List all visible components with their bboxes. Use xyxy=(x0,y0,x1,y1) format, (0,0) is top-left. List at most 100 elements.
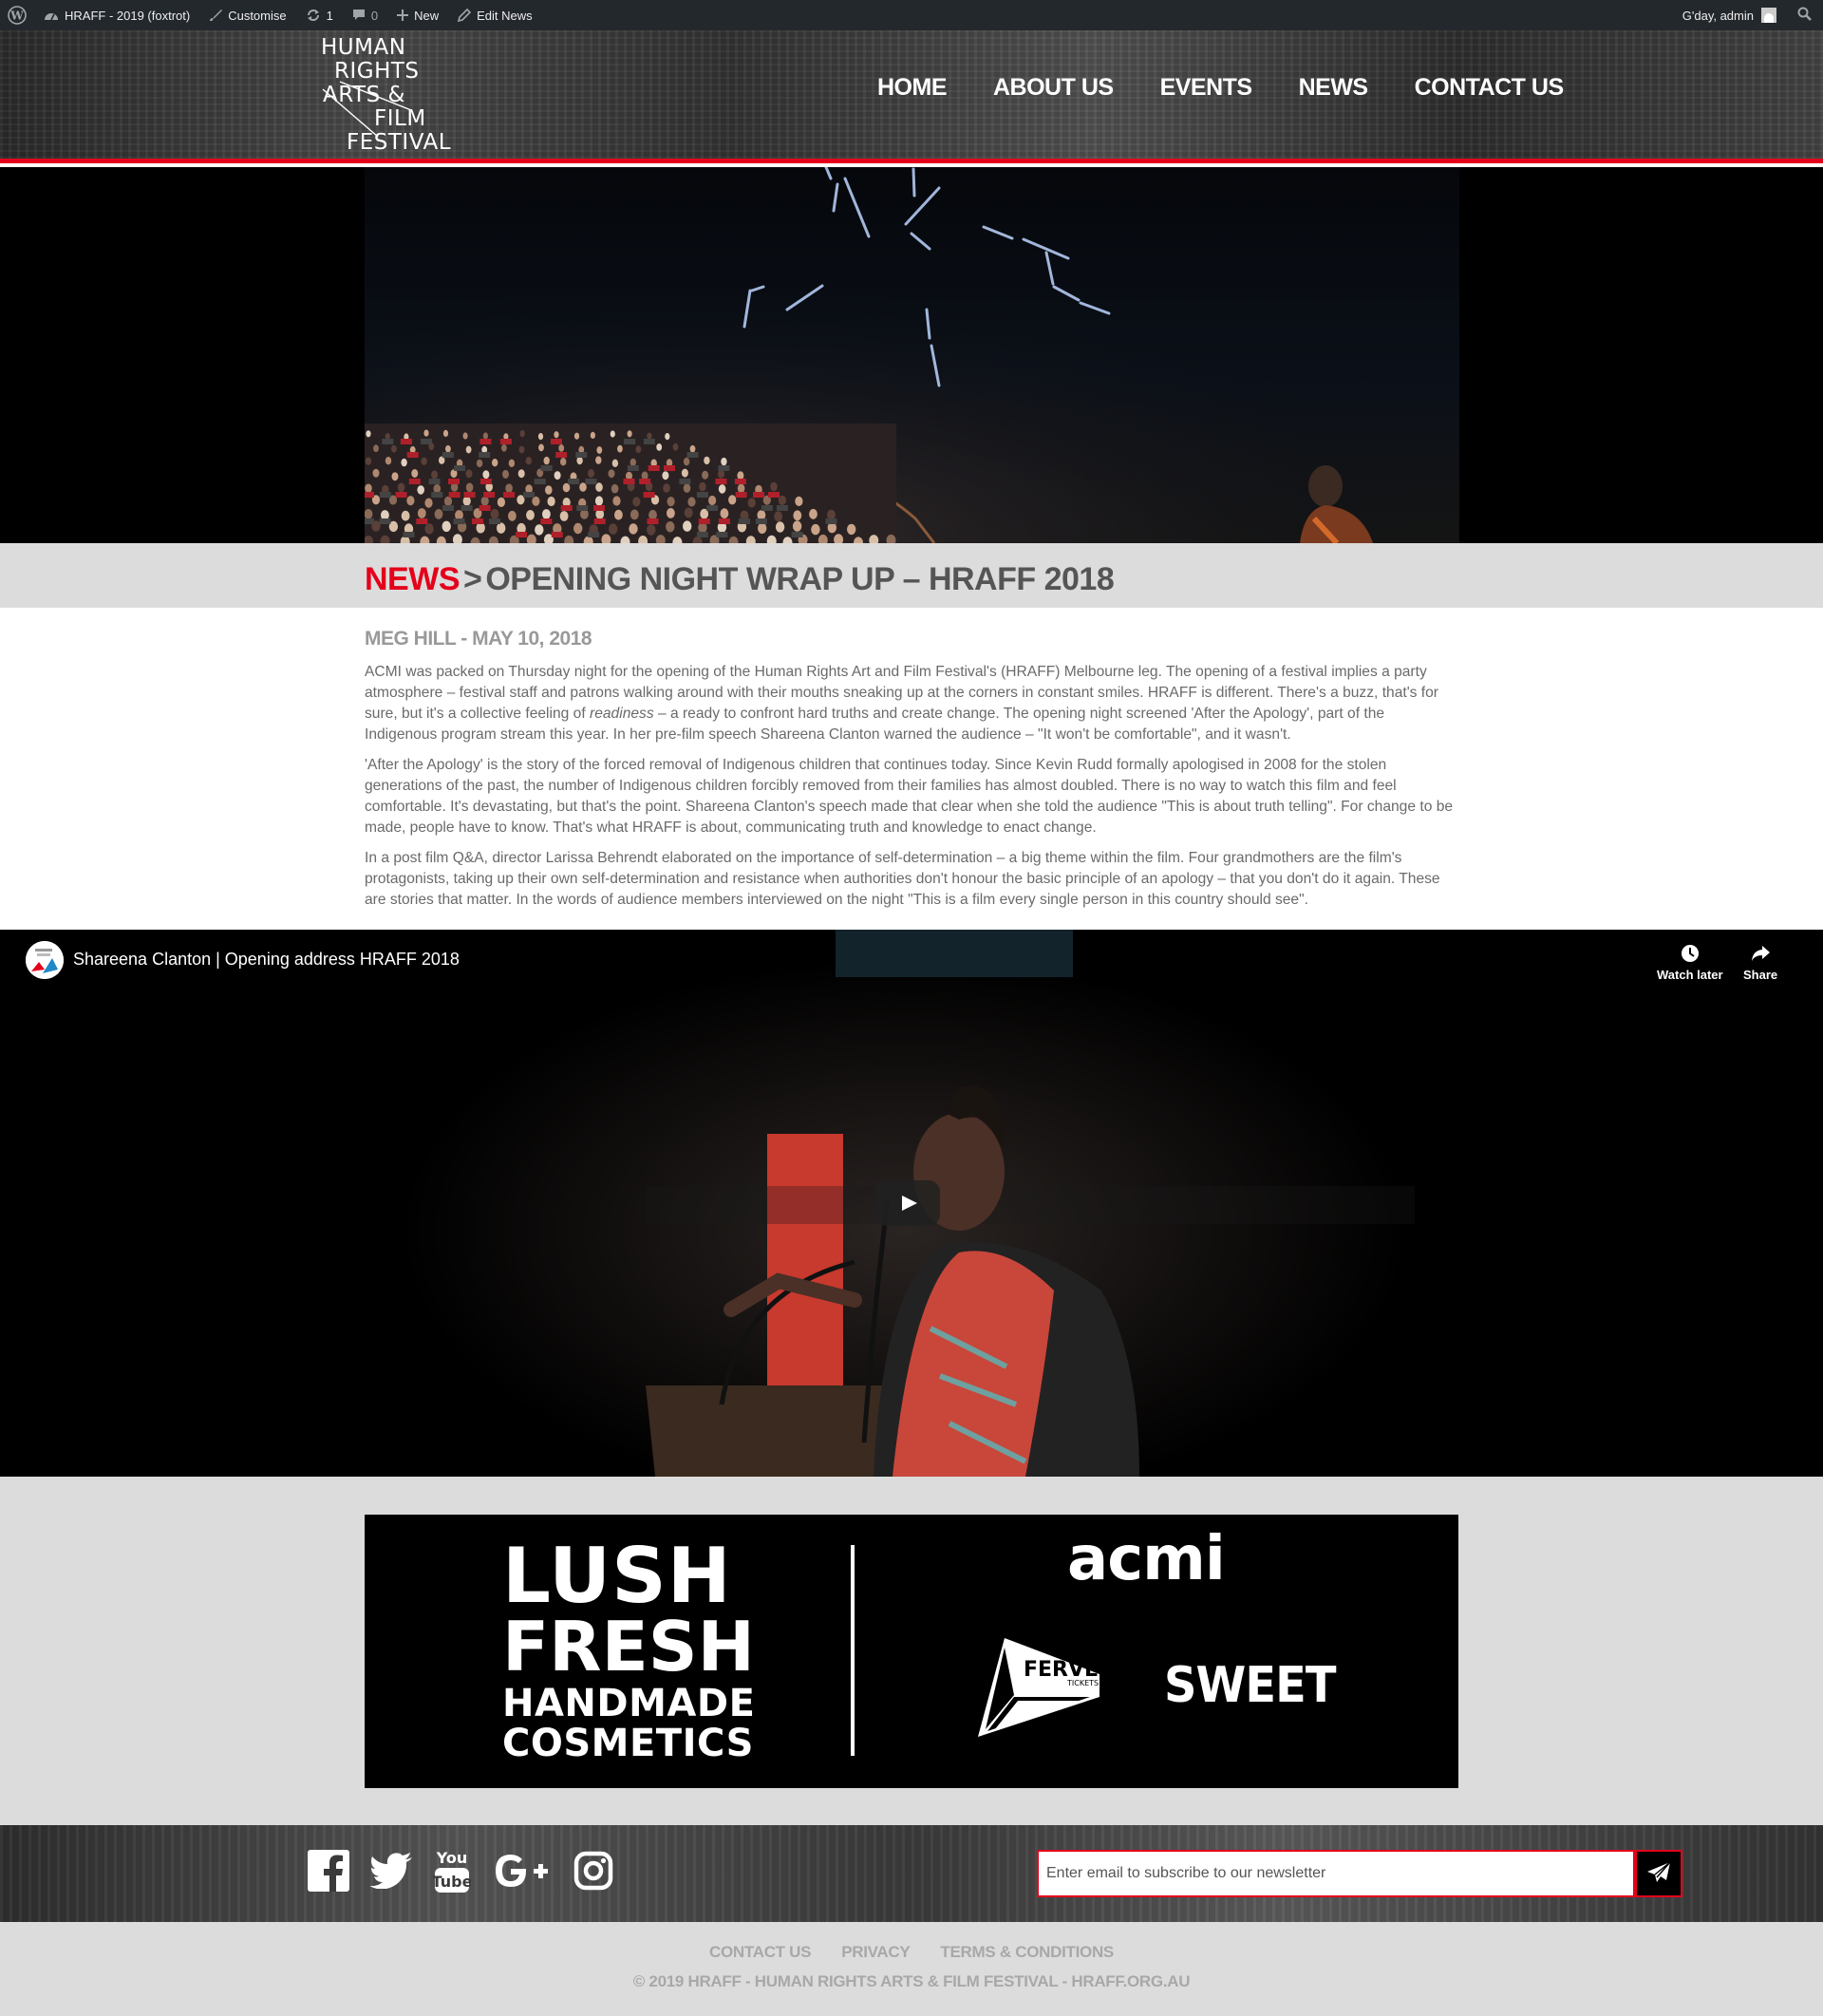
video-embed[interactable]: Shareena Clanton | Opening address HRAFF… xyxy=(0,930,1823,1477)
crowd-head xyxy=(517,469,525,479)
facebook-icon[interactable] xyxy=(308,1850,349,1892)
youtube-icon[interactable]: You Tube xyxy=(433,1848,471,1894)
crowd-head xyxy=(554,471,561,480)
crowd-body xyxy=(551,439,562,444)
crowd-body xyxy=(523,492,536,498)
crowd-body xyxy=(588,532,600,537)
admin-right: G'day, admin xyxy=(1673,0,1823,30)
admin-search[interactable] xyxy=(1786,0,1823,30)
crowd-head xyxy=(365,457,372,465)
lush-logo[interactable]: LUSH FRESH HANDMADE COSMETICS xyxy=(502,1538,755,1763)
crowd-head xyxy=(365,483,372,494)
svg-text:Tube: Tube xyxy=(433,1873,471,1891)
wordpress-logo-icon[interactable]: W xyxy=(0,0,34,30)
crowd-head xyxy=(687,497,696,507)
crowd-body xyxy=(463,492,476,498)
footer-terms[interactable]: TERMS & CONDITIONS xyxy=(940,1943,1114,1961)
main-nav: HOME ABOUT US EVENTS NEWS CONTACT US xyxy=(877,74,1610,102)
crowd-body xyxy=(555,452,568,458)
acmi-logo[interactable]: acmi xyxy=(1067,1524,1226,1594)
admin-new[interactable]: New xyxy=(387,0,448,30)
crowd-body xyxy=(735,492,747,498)
site-logo[interactable]: HUMAN RIGHTS ARTS & FILM FESTIVAL xyxy=(321,34,463,156)
crowd-body xyxy=(696,492,708,498)
admin-site-name[interactable]: HRAFF - 2019 (foxtrot) xyxy=(34,0,199,30)
nav-events[interactable]: EVENTS xyxy=(1160,74,1253,102)
admin-comments[interactable]: 0 xyxy=(343,0,387,30)
ferve-tickets-logo[interactable]: FERVE TICKETS xyxy=(976,1638,1101,1739)
crowd-body xyxy=(718,465,730,471)
crowd-body xyxy=(753,492,764,498)
crowd-head xyxy=(847,523,856,536)
share-button[interactable]: Share xyxy=(1743,943,1777,982)
crowd-body xyxy=(516,532,528,537)
crowd-body xyxy=(483,492,496,498)
footer-privacy[interactable]: PRIVACY xyxy=(841,1943,911,1961)
crowd-head xyxy=(681,468,688,478)
crowd-head xyxy=(391,444,397,453)
crowd-body xyxy=(716,532,728,537)
crowd-head xyxy=(827,509,836,520)
crowd-body xyxy=(454,465,466,471)
play-button[interactable] xyxy=(875,1180,940,1226)
plus-icon xyxy=(397,9,409,21)
footer-contact-us[interactable]: CONTACT US xyxy=(709,1943,811,1961)
instagram-icon[interactable] xyxy=(573,1851,613,1891)
nav-home[interactable]: HOME xyxy=(877,74,948,102)
crowd-body xyxy=(382,439,394,444)
crowd-head xyxy=(609,523,618,535)
crowd-head xyxy=(365,509,373,519)
nav-contact-us[interactable]: CONTACT US xyxy=(1415,74,1565,102)
breadcrumb-news[interactable]: NEWS xyxy=(365,561,460,597)
admin-edit-news[interactable]: Edit News xyxy=(448,0,542,30)
crowd-body xyxy=(739,518,750,524)
newsletter-email-input[interactable] xyxy=(1037,1850,1635,1897)
brush-icon xyxy=(209,9,223,22)
crowd-body xyxy=(431,492,443,498)
crowd-head xyxy=(442,429,449,437)
crowd-head xyxy=(558,444,565,452)
crowd-head xyxy=(667,508,675,518)
sweet-logo[interactable]: SWEET xyxy=(1164,1657,1337,1714)
crowd-head xyxy=(562,482,571,493)
crowd-head xyxy=(366,430,371,438)
crowd-head xyxy=(793,510,802,521)
crowd-body xyxy=(551,532,563,537)
google-plus-icon[interactable] xyxy=(492,1852,553,1890)
twitter-icon[interactable] xyxy=(370,1853,412,1889)
crowd-body xyxy=(406,452,419,458)
crowd-head xyxy=(465,482,474,493)
admin-updates[interactable]: 1 xyxy=(296,0,343,30)
crowd-head xyxy=(611,483,619,494)
newsletter-submit-button[interactable] xyxy=(1635,1850,1682,1897)
crowd-head xyxy=(462,496,471,506)
crowd-head xyxy=(608,469,615,479)
crowd-body xyxy=(755,518,767,524)
article-body: ACMI was packed on Thursday night for th… xyxy=(365,662,1458,920)
sponsors-panel: LUSH FRESH HANDMADE COSMETICS acmi FERVE… xyxy=(365,1515,1458,1788)
crowd-body xyxy=(460,505,473,511)
crowd-head xyxy=(559,511,569,521)
crowd-head xyxy=(538,443,544,452)
crowd-head xyxy=(526,510,535,520)
crowd-head xyxy=(508,510,517,521)
crowd-head xyxy=(421,457,427,465)
crowd-head xyxy=(656,443,663,451)
crowd-head xyxy=(704,456,710,465)
admin-customise[interactable]: Customise xyxy=(199,0,295,30)
crowd-head xyxy=(647,432,652,440)
watch-later-button[interactable]: Watch later xyxy=(1657,943,1723,982)
copyright: © 2019 HRAFF - HUMAN RIGHTS ARTS & FILM … xyxy=(632,1972,1191,1990)
admin-account[interactable]: G'day, admin xyxy=(1673,0,1786,30)
channel-avatar[interactable] xyxy=(26,941,64,979)
crowd-head xyxy=(617,444,623,453)
nav-news[interactable]: NEWS xyxy=(1299,74,1369,102)
crowd-head xyxy=(497,522,506,534)
crowd-head xyxy=(385,457,392,465)
nav-about-us[interactable]: ABOUT US xyxy=(993,74,1114,102)
crowd-head xyxy=(630,509,639,520)
crowd-body xyxy=(479,479,492,484)
crowd-body xyxy=(623,479,635,484)
crowd-head xyxy=(775,521,785,533)
video-title[interactable]: Shareena Clanton | Opening address HRAFF… xyxy=(73,950,460,970)
